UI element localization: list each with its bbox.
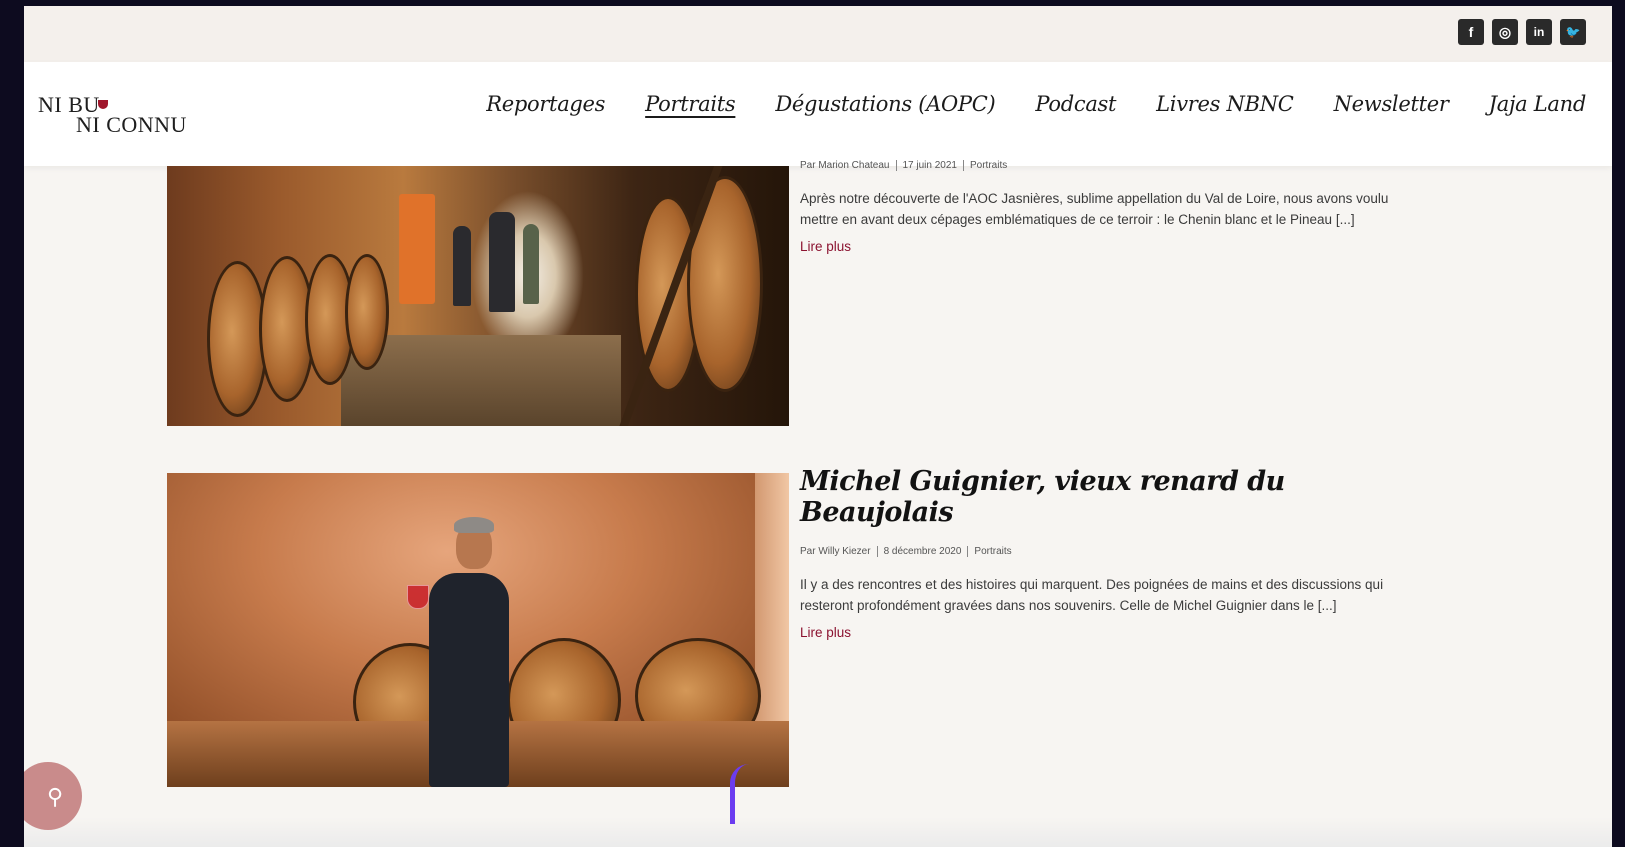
read-more-link[interactable]: Lire plus <box>800 625 851 640</box>
logo-line-2: NI CONNU <box>76 112 187 137</box>
nav-livres-nbnc[interactable]: Livres NBNC <box>1156 92 1294 116</box>
nav-portraits[interactable]: Portraits <box>645 92 736 116</box>
nav-reportages[interactable]: Reportages <box>486 92 605 116</box>
wine-glass-icon <box>407 585 429 609</box>
article-excerpt: Il y a des rencontres et des histoires q… <box>800 577 1384 613</box>
person-figure <box>429 573 509 787</box>
meta-divider <box>963 160 964 171</box>
main-nav: Reportages Portraits Dégustations (AOPC)… <box>446 92 1586 116</box>
bottom-fade <box>24 817 1612 847</box>
person-figure <box>489 212 515 312</box>
article-card: Par Marion Chateau 17 juin 2021 Portrait… <box>800 160 1440 256</box>
article-card: Michel Guignier, vieux renard du Beaujol… <box>800 466 1440 642</box>
page: f ◎ in 🐦 NI BU NI CONNU Reportages Portr… <box>24 6 1612 847</box>
barrel-image <box>345 254 389 370</box>
top-bar: f ◎ in 🐦 <box>24 6 1612 62</box>
meta-divider <box>967 546 969 557</box>
article-author[interactable]: Par Willy Kiezer <box>800 546 871 557</box>
meta-divider <box>895 160 897 171</box>
facebook-icon[interactable]: f <box>1458 19 1484 45</box>
meta-divider <box>876 546 878 557</box>
nav-newsletter[interactable]: Newsletter <box>1334 92 1449 116</box>
social-links: f ◎ in 🐦 <box>1458 19 1586 45</box>
article-author[interactable]: Par Marion Chateau <box>800 160 890 171</box>
article-title[interactable]: Michel Guignier, vieux renard du Beaujol… <box>800 466 1440 528</box>
article-date: 17 juin 2021 <box>902 160 958 171</box>
article-list: Par Marion Chateau 17 juin 2021 Portrait… <box>24 160 1612 847</box>
article-excerpt: Après notre découverte de l'AOC Jasnière… <box>800 191 1389 227</box>
article-meta: Par Willy Kiezer 8 décembre 2020 Portrai… <box>800 546 1440 557</box>
orange-tank <box>399 194 435 304</box>
article-thumbnail[interactable] <box>167 166 789 426</box>
site-header: NI BU NI CONNU Reportages Portraits Dégu… <box>24 62 1612 166</box>
nav-degustations[interactable]: Dégustations (AOPC) <box>775 92 995 116</box>
article-date: 8 décembre 2020 <box>883 546 962 557</box>
article-category[interactable]: Portraits <box>970 160 1007 171</box>
nav-podcast[interactable]: Podcast <box>1035 92 1116 116</box>
cursor-indicator <box>730 764 749 824</box>
article-thumbnail[interactable] <box>167 473 789 787</box>
site-logo[interactable]: NI BU NI CONNU <box>38 92 208 138</box>
read-more-link[interactable]: Lire plus <box>800 239 851 254</box>
instagram-icon[interactable]: ◎ <box>1492 19 1518 45</box>
search-icon: ⚲ <box>46 784 64 809</box>
linkedin-icon[interactable]: in <box>1526 19 1552 45</box>
twitter-icon[interactable]: 🐦 <box>1560 19 1586 45</box>
person-figure <box>523 224 539 304</box>
person-figure <box>453 226 471 306</box>
article-meta: Par Marion Chateau 17 juin 2021 Portrait… <box>800 160 1440 171</box>
nav-jaja-land[interactable]: Jaja Land <box>1489 92 1587 116</box>
wine-glass-icon <box>98 100 108 109</box>
person-hair <box>454 517 494 533</box>
article-category[interactable]: Portraits <box>974 546 1011 557</box>
